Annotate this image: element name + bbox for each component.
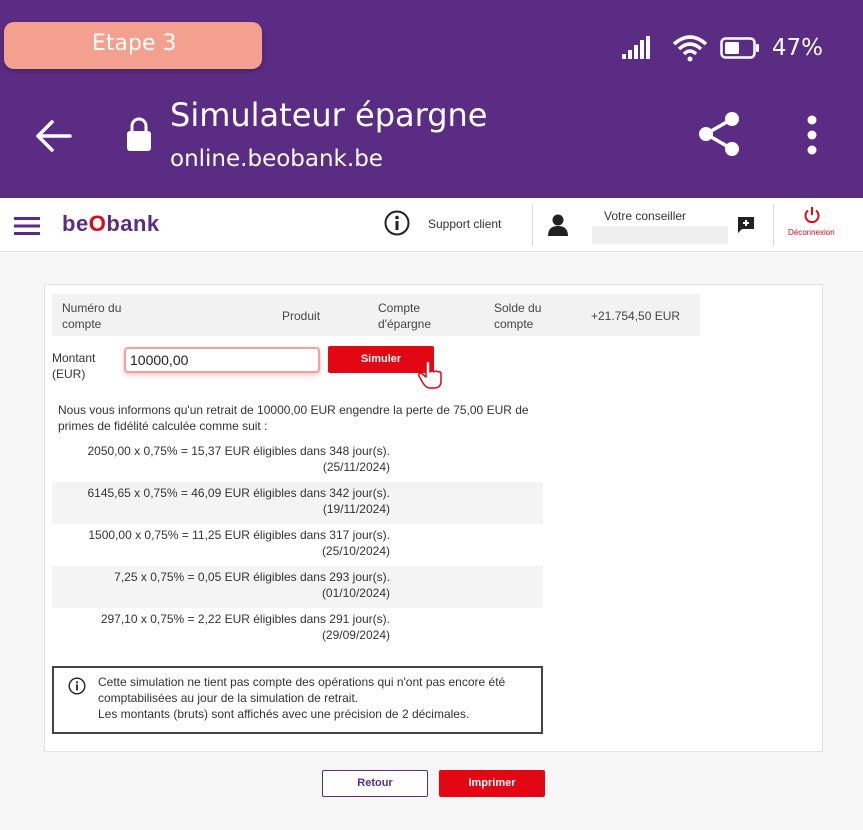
page-url[interactable]: online.beobank.be bbox=[170, 146, 383, 172]
site-header: beObank Support client Votre conseiller … bbox=[0, 198, 863, 252]
divider bbox=[532, 204, 533, 246]
status-bar: 47% bbox=[620, 34, 823, 62]
beobank-logo[interactable]: beObank bbox=[62, 211, 160, 237]
product-label: Produit bbox=[282, 309, 321, 323]
hand-cursor-icon bbox=[418, 360, 442, 389]
disclaimer-box: Cette simulation ne tient pas compte des… bbox=[52, 666, 543, 734]
account-number-label: Numéro du compte bbox=[62, 301, 122, 331]
share-icon[interactable] bbox=[696, 110, 744, 158]
disclaimer-line: Cette simulation ne tient pas compte des… bbox=[98, 675, 506, 689]
calculation-row: 2050,00 x 0,75% = 15,37 EUR éligibles da… bbox=[52, 440, 543, 482]
message-plus-icon[interactable] bbox=[737, 216, 755, 234]
calculation-row: 297,10 x 0,75% = 2,22 EUR éligibles dans… bbox=[52, 608, 543, 650]
print-button[interactable]: Imprimer bbox=[439, 770, 545, 797]
calculation-date: (19/11/2024) bbox=[322, 502, 390, 516]
calculation-line: 1500,00 x 0,75% = 11,25 EUR éligibles da… bbox=[88, 528, 390, 542]
divider bbox=[773, 204, 774, 246]
back-button[interactable]: Retour bbox=[322, 770, 428, 797]
logo-suffix: bank bbox=[106, 211, 160, 236]
calculation-row: 7,25 x 0,75% = 0,05 EUR éligibles dans 2… bbox=[52, 566, 543, 608]
user-icon bbox=[548, 214, 568, 236]
savings-account-label: Compte d'épargne bbox=[378, 301, 432, 331]
lock-icon bbox=[127, 117, 151, 151]
battery-percent: 47% bbox=[771, 35, 823, 61]
logout-link[interactable]: Déconnexion bbox=[788, 228, 835, 237]
disclaimer-line: comptabilisées au jour de la simulation … bbox=[98, 691, 359, 705]
info-circle-icon bbox=[68, 677, 86, 695]
logo-o: O bbox=[88, 211, 107, 236]
calculation-date: (25/10/2024) bbox=[321, 544, 390, 558]
conseiller-name-field bbox=[592, 226, 728, 244]
withdrawal-info-text: Nous vous informons qu'un retrait de 100… bbox=[58, 403, 529, 433]
account-row: Numéro du compte Produit Compte d'épargn… bbox=[52, 294, 700, 336]
browser-chrome: Etape 3 47% Simulateur épargne online.be bbox=[0, 0, 863, 198]
support-client-link[interactable]: Support client bbox=[428, 217, 501, 231]
menu-icon[interactable] bbox=[14, 217, 40, 235]
power-icon[interactable] bbox=[803, 206, 821, 224]
calculation-row: 1500,00 x 0,75% = 11,25 EUR éligibles da… bbox=[52, 524, 543, 566]
calculation-line: 7,25 x 0,75% = 0,05 EUR éligibles dans 2… bbox=[114, 570, 390, 584]
wifi-icon bbox=[672, 35, 708, 62]
logo-prefix: be bbox=[62, 211, 89, 236]
amount-input[interactable] bbox=[124, 347, 320, 373]
more-options-icon[interactable] bbox=[805, 115, 819, 155]
back-arrow-icon[interactable] bbox=[34, 118, 74, 154]
calculation-date: (25/11/2024) bbox=[322, 460, 390, 474]
info-icon[interactable] bbox=[384, 210, 410, 236]
step-badge: Etape 3 bbox=[4, 22, 262, 69]
amount-label: Montant (EUR) bbox=[52, 351, 96, 381]
calculation-line: 2050,00 x 0,75% = 15,37 EUR éligibles da… bbox=[87, 444, 390, 458]
calculation-line: 6145,65 x 0,75% = 46,09 EUR éligibles da… bbox=[87, 486, 390, 500]
conseiller-label: Votre conseiller bbox=[604, 209, 687, 223]
calculation-line: 297,10 x 0,75% = 2,22 EUR éligibles dans… bbox=[100, 612, 390, 626]
signal-icon bbox=[621, 36, 650, 59]
calculation-date: (01/10/2024) bbox=[321, 586, 390, 600]
balance-label: Solde du compte bbox=[494, 301, 542, 331]
account-balance: +21.754,50 EUR bbox=[591, 309, 681, 323]
battery-icon bbox=[720, 37, 759, 59]
disclaimer-line: Les montants (bruts) sont affichés avec … bbox=[98, 707, 470, 721]
step-label: Etape 3 bbox=[92, 31, 177, 56]
calculation-row: 6145,65 x 0,75% = 46,09 EUR éligibles da… bbox=[52, 482, 543, 524]
calculation-date: (29/09/2024) bbox=[321, 628, 390, 642]
page-title: Simulateur épargne bbox=[170, 96, 488, 134]
